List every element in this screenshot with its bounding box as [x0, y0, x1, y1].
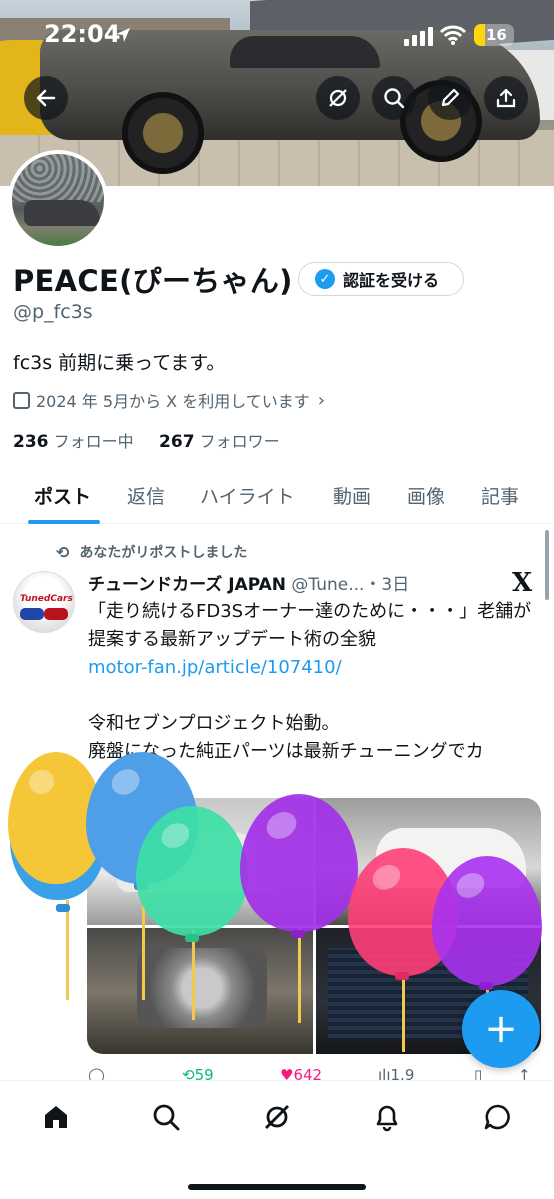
- home-indicator: [188, 1184, 366, 1190]
- tab-replies[interactable]: 返信: [127, 482, 165, 509]
- tab-images[interactable]: 画像: [407, 482, 445, 509]
- bottom-navigation: [0, 1080, 554, 1199]
- plus-icon: +: [484, 1006, 518, 1052]
- location-arrow-icon: [116, 28, 130, 42]
- repost-label-text: あなたがリポストしました: [79, 545, 248, 561]
- joined-text: 2024 年 5月から X を利用しています: [36, 392, 310, 411]
- profile-handle: @p_fc3s: [13, 301, 93, 323]
- tweet-line-2: 令和セブンプロジェクト始動。: [88, 713, 340, 734]
- nav-grok[interactable]: [257, 1097, 297, 1137]
- profile-name: PEACE(ぴーちゃん): [13, 264, 293, 298]
- search-button[interactable]: [372, 76, 416, 120]
- profile-tabs: ポスト 返信 ハイライト 動画 画像 記事: [0, 470, 554, 524]
- nav-home[interactable]: [36, 1097, 76, 1137]
- profile-bio: fc3s 前期に乗ってます。: [13, 352, 226, 374]
- tweet-line-1: 「走り続けるFD3Sオーナー達のために・・・」老舗が提案する最新アップデート術の…: [88, 601, 532, 650]
- followers-link[interactable]: 267 フォロワー: [159, 432, 280, 452]
- balloon-violet: [432, 856, 542, 986]
- share-icon: [496, 88, 516, 108]
- active-tab-indicator: [28, 520, 100, 524]
- tweet-author-name[interactable]: チューンドカーズ JAPAN: [88, 575, 286, 595]
- status-bar: 22:04 16: [0, 0, 554, 64]
- edit-button[interactable]: [428, 76, 472, 120]
- nav-messages[interactable]: [478, 1097, 518, 1137]
- profile-avatar[interactable]: [8, 150, 108, 250]
- followers-count: 267: [159, 432, 195, 452]
- following-link[interactable]: 236 フォロー中: [13, 432, 134, 452]
- share-button[interactable]: [484, 76, 528, 120]
- banner-wheel-front: [122, 92, 204, 174]
- grok-icon: [329, 89, 347, 107]
- search-icon: [153, 1104, 180, 1131]
- repost-label: ⟲ あなたがリポストしました: [56, 542, 247, 562]
- tweet-header: チューンドカーズ JAPAN @Tune...・3日: [88, 570, 409, 595]
- search-icon: [384, 88, 405, 109]
- following-label: フォロー中: [53, 432, 134, 451]
- tweet-author-avatar[interactable]: TunedCars: [13, 571, 75, 633]
- tab-highlights[interactable]: ハイライト: [200, 482, 295, 509]
- tweet-link[interactable]: motor-fan.jp/article/107410/: [88, 654, 543, 682]
- back-arrow-icon: [36, 89, 56, 107]
- chevron-right-icon: ›: [317, 389, 325, 411]
- x-logo-icon: X: [512, 568, 533, 598]
- balloon-green: [136, 806, 248, 936]
- scrollbar[interactable]: [545, 530, 549, 600]
- back-button[interactable]: [24, 76, 68, 120]
- calendar-icon: [13, 391, 30, 409]
- status-time: 22:04: [44, 20, 121, 48]
- edit-icon: [441, 88, 460, 107]
- follow-stats: 236 フォロー中 267 フォロワー: [13, 428, 280, 452]
- grok-icon: [265, 1105, 289, 1129]
- messages-icon: [484, 1104, 510, 1130]
- verify-button[interactable]: ✓ 認証を受ける: [298, 262, 464, 296]
- followers-label: フォロワー: [199, 432, 280, 451]
- signal-icon: [404, 26, 434, 46]
- home-icon: [45, 1106, 67, 1128]
- media-image-3[interactable]: [87, 928, 313, 1054]
- tab-videos[interactable]: 動画: [333, 482, 371, 509]
- joined-date[interactable]: 2024 年 5月から X を利用しています ›: [13, 388, 325, 412]
- wifi-icon: [440, 25, 466, 45]
- battery-icon: 16: [474, 24, 514, 46]
- nav-notifications[interactable]: [367, 1097, 407, 1137]
- tweet-handle-time: @Tune...・3日: [291, 575, 410, 595]
- verified-badge-icon: ✓: [315, 269, 335, 289]
- battery-level: 16: [486, 26, 507, 44]
- nav-search[interactable]: [146, 1097, 186, 1137]
- compose-button[interactable]: +: [462, 990, 540, 1068]
- notifications-icon: [376, 1105, 398, 1132]
- following-count: 236: [13, 432, 49, 452]
- tab-articles[interactable]: 記事: [481, 482, 519, 509]
- repost-icon: ⟲: [56, 542, 70, 562]
- avatar-logo-text: TunedCars: [20, 594, 73, 604]
- verify-button-label: 認証を受ける: [343, 271, 440, 290]
- tweet-text: 「走り続けるFD3Sオーナー達のために・・・」老舗が提案する最新アップデート術の…: [88, 598, 543, 766]
- grok-button[interactable]: [316, 76, 360, 120]
- tab-posts[interactable]: ポスト: [34, 482, 91, 509]
